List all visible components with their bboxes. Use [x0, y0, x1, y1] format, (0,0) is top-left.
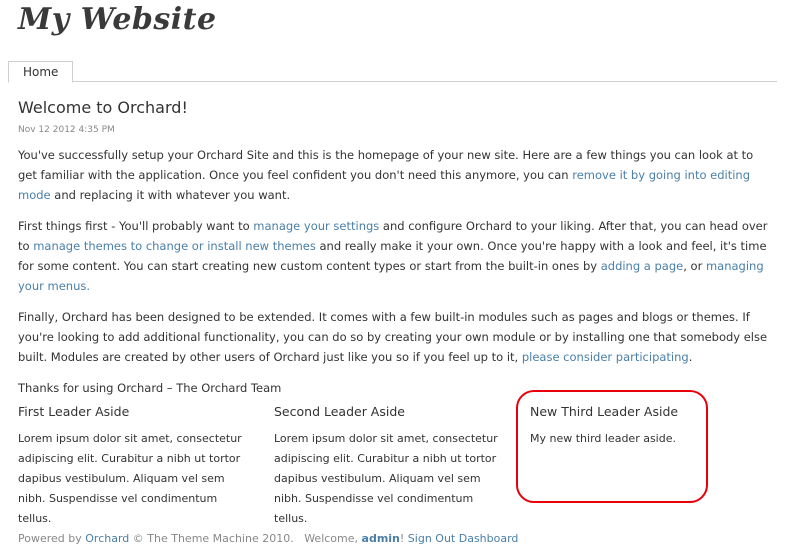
aside-body: Lorem ipsum dolor sit amet, consectetur … — [274, 432, 498, 525]
aside-body: My new third leader aside. — [530, 432, 676, 445]
page: My Website Home Welcome to Orchard! Nov … — [0, 0, 791, 555]
extend-paragraph: Finally, Orchard has been designed to be… — [18, 307, 773, 367]
aside-second-leader: Second Leader Aside Lorem ipsum dolor si… — [274, 403, 509, 529]
aside-title: First Leader Aside — [18, 404, 130, 419]
aside-title: Second Leader Aside — [274, 404, 405, 419]
footer: Powered by Orchard © The Theme Machine 2… — [18, 532, 518, 546]
dashboard-link[interactable]: Dashboard — [459, 532, 519, 545]
main-content: Welcome to Orchard! Nov 12 2012 4:35 PM … — [18, 98, 773, 398]
adding-page-link[interactable]: adding a page — [601, 259, 684, 273]
aside-third-leader: New Third Leader Aside My new third lead… — [530, 403, 765, 449]
sign-out-link[interactable]: Sign Out — [408, 532, 455, 545]
aside-first-leader: First Leader Aside Lorem ipsum dolor sit… — [18, 403, 253, 529]
tab-home[interactable]: Home — [8, 61, 74, 83]
footer-copyright: © The Theme Machine 2010. — [129, 532, 294, 545]
admin-user-link[interactable]: admin — [362, 532, 400, 545]
footer-text: ! — [399, 532, 408, 545]
orchard-link[interactable]: Orchard — [85, 532, 129, 545]
site-title[interactable]: My Website — [18, 2, 217, 38]
manage-settings-link[interactable]: manage your settings — [253, 219, 379, 233]
aside-body: Lorem ipsum dolor sit amet, consectetur … — [18, 432, 242, 525]
paragraph-text: and replacing it with whatever you want. — [50, 188, 291, 202]
participate-link[interactable]: please consider participating — [522, 350, 689, 364]
page-title: Welcome to Orchard! — [18, 98, 188, 117]
paragraph-text: . — [688, 350, 693, 364]
thanks-paragraph: Thanks for using Orchard – The Orchard T… — [18, 381, 282, 395]
aside-title: New Third Leader Aside — [530, 404, 679, 419]
main-nav: Home — [8, 61, 777, 83]
footer-welcome: Welcome, — [293, 532, 362, 545]
paragraph-text: , or — [683, 259, 706, 273]
post-date: Nov 12 2012 4:35 PM — [18, 125, 115, 135]
footer-text: Powered by — [18, 532, 86, 545]
manage-themes-link[interactable]: manage themes to change or install new t… — [33, 239, 316, 253]
intro-paragraph: You've successfully setup your Orchard S… — [18, 145, 773, 205]
first-things-paragraph: First things first - You'll probably wan… — [18, 216, 773, 296]
paragraph-text: First things first - You'll probably wan… — [18, 219, 254, 233]
